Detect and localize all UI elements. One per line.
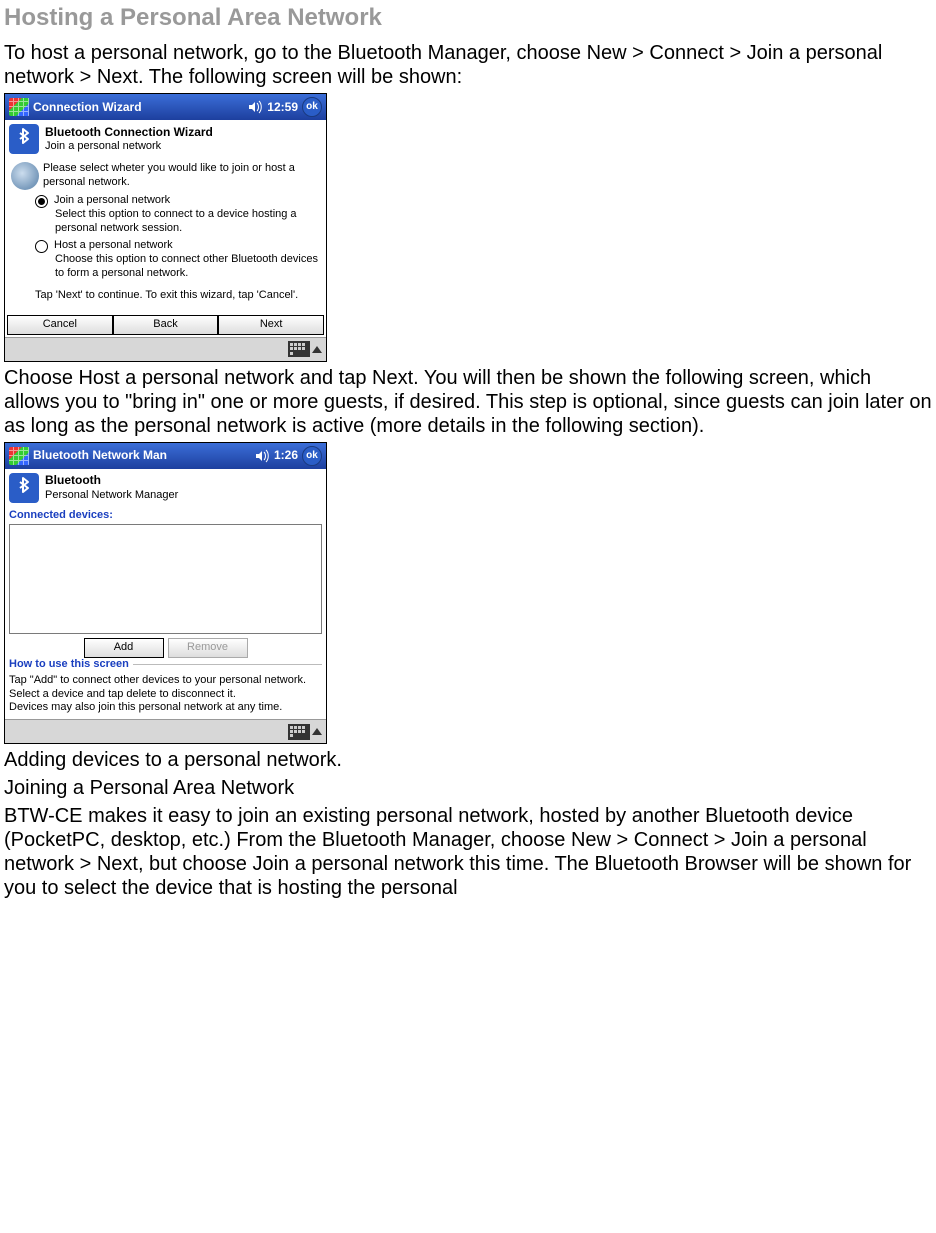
wizard-header: Bluetooth Connection Wizard Join a perso… — [5, 120, 326, 158]
radio-host-label: Host a personal network — [54, 239, 173, 253]
ok-button[interactable]: ok — [302, 97, 322, 117]
wizard-prompt: Please select wheter you would like to j… — [43, 162, 320, 190]
start-icon[interactable] — [9, 98, 29, 116]
keyboard-icon[interactable] — [288, 724, 310, 740]
bluetooth-icon — [9, 473, 39, 503]
paragraph-3: BTW-CE makes it easy to join an existing… — [4, 804, 932, 900]
add-button[interactable]: Add — [84, 638, 164, 658]
bottom-bar — [5, 337, 326, 361]
remove-button[interactable]: Remove — [168, 638, 248, 658]
back-button[interactable]: Back — [113, 315, 219, 335]
bluetooth-icon — [9, 124, 39, 154]
menu-up-icon[interactable] — [312, 728, 322, 735]
radio-host[interactable] — [35, 240, 48, 253]
paragraph-2: Choose Host a personal network and tap N… — [4, 366, 932, 438]
title-bar: Connection Wizard 12:59 ok — [5, 94, 326, 120]
subsection-heading: Joining a Personal Area Network — [4, 776, 932, 800]
section-heading: Hosting a Personal Area Network — [4, 4, 932, 33]
start-icon[interactable] — [9, 447, 29, 465]
caption-2: Adding devices to a personal network. — [4, 748, 932, 772]
help-text-2: Devices may also join this personal netw… — [9, 701, 322, 715]
help-text-1: Tap "Add" to connect other devices to yo… — [9, 674, 322, 702]
intro-paragraph: To host a personal network, go to the Bl… — [4, 41, 932, 89]
volume-icon[interactable] — [247, 99, 263, 115]
keyboard-icon[interactable] — [288, 341, 310, 357]
window-title: Connection Wizard — [33, 100, 243, 114]
wizard-subtitle: Join a personal network — [45, 140, 213, 153]
app-header: Bluetooth Personal Network Manager — [5, 469, 326, 507]
connected-devices-list[interactable] — [9, 524, 322, 634]
clock: 12:59 — [267, 100, 298, 114]
bottom-bar — [5, 719, 326, 743]
network-icon — [11, 162, 39, 190]
wizard-title: Bluetooth Connection Wizard — [45, 125, 213, 139]
connected-devices-label: Connected devices: — [9, 509, 322, 522]
app-subtitle: Personal Network Manager — [45, 489, 178, 502]
screenshot-network-manager: Bluetooth Network Man 1:26 ok Bluetooth … — [4, 442, 327, 745]
app-title: Bluetooth — [45, 473, 101, 487]
radio-join-label: Join a personal network — [54, 194, 170, 208]
title-bar: Bluetooth Network Man 1:26 ok — [5, 443, 326, 469]
radio-join-desc: Select this option to connect to a devic… — [55, 208, 320, 236]
wizard-hint: Tap 'Next' to continue. To exit this wiz… — [35, 289, 320, 303]
ok-button[interactable]: ok — [302, 446, 322, 466]
next-button[interactable]: Next — [218, 315, 324, 335]
radio-host-desc: Choose this option to connect other Blue… — [55, 253, 320, 281]
window-title: Bluetooth Network Man — [33, 448, 250, 462]
help-title: How to use this screen — [9, 658, 133, 670]
radio-join[interactable] — [35, 195, 48, 208]
cancel-button[interactable]: Cancel — [7, 315, 113, 335]
menu-up-icon[interactable] — [312, 346, 322, 353]
volume-icon[interactable] — [254, 448, 270, 464]
clock: 1:26 — [274, 448, 298, 462]
screenshot-connection-wizard: Connection Wizard 12:59 ok Bluetooth Con… — [4, 93, 327, 362]
